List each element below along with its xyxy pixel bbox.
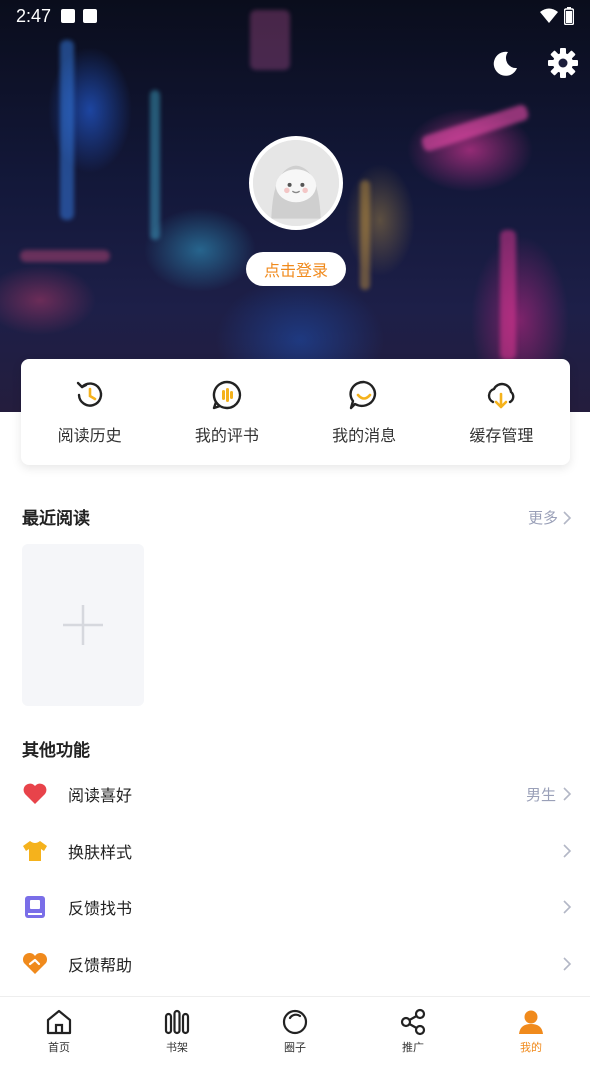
bg-light-streak bbox=[60, 40, 74, 220]
message-icon bbox=[349, 380, 377, 410]
other-functions-title: 其他功能 bbox=[22, 741, 90, 761]
battery-icon bbox=[564, 7, 574, 25]
bg-light-streak bbox=[360, 180, 370, 290]
quick-label: 缓存管理 bbox=[469, 426, 534, 445]
home-icon bbox=[46, 1009, 72, 1035]
nav-label: 首页 bbox=[48, 1041, 70, 1054]
add-book-tile[interactable] bbox=[22, 544, 144, 706]
user-icon bbox=[519, 1010, 543, 1034]
shirt-icon bbox=[22, 838, 48, 864]
quick-label: 我的消息 bbox=[332, 426, 397, 445]
chevron-right-icon bbox=[563, 787, 572, 801]
nav-mine[interactable]: 我的 bbox=[472, 997, 590, 1061]
book-icon bbox=[22, 894, 48, 920]
heart-icon bbox=[22, 781, 48, 807]
gear-icon bbox=[548, 48, 578, 78]
menu-item-label: 反馈找书 bbox=[68, 899, 133, 918]
nav-label: 推广 bbox=[402, 1041, 424, 1054]
review-icon bbox=[212, 380, 242, 410]
bookshelf-icon bbox=[164, 1009, 190, 1035]
nav-promote[interactable]: 推广 bbox=[354, 997, 472, 1061]
menu-item-label: 阅读喜好 bbox=[68, 786, 133, 805]
nav-circle[interactable]: 圈子 bbox=[236, 997, 354, 1061]
settings-button[interactable] bbox=[546, 46, 580, 80]
plus-icon bbox=[63, 605, 103, 645]
more-link[interactable]: 更多 bbox=[528, 507, 572, 528]
nav-home[interactable]: 首页 bbox=[0, 997, 118, 1061]
moon-icon bbox=[493, 51, 517, 76]
bg-light-streak bbox=[420, 103, 530, 153]
default-avatar-icon bbox=[253, 140, 339, 226]
nav-bookshelf[interactable]: 书架 bbox=[118, 997, 236, 1061]
my-messages-button[interactable]: 我的消息 bbox=[299, 378, 429, 446]
cache-management-button[interactable]: 缓存管理 bbox=[436, 378, 566, 446]
login-button[interactable]: 点击登录 bbox=[246, 252, 346, 286]
night-mode-button[interactable] bbox=[488, 46, 522, 80]
circle-icon bbox=[282, 1009, 308, 1035]
more-label: 更多 bbox=[527, 509, 558, 527]
menu-item-label: 反馈帮助 bbox=[68, 956, 133, 975]
wifi-icon bbox=[540, 8, 558, 23]
quick-label: 我的评书 bbox=[194, 426, 259, 445]
menu-item-reading-preference[interactable]: 阅读喜好 男生 bbox=[0, 768, 590, 820]
nav-label: 书架 bbox=[166, 1041, 188, 1054]
image-notification-icon bbox=[61, 9, 76, 23]
chevron-right-icon bbox=[563, 844, 572, 858]
chevron-right-icon bbox=[563, 957, 572, 971]
chevron-right-icon bbox=[563, 900, 572, 914]
reading-history-button[interactable]: 阅读历史 bbox=[25, 378, 155, 446]
menu-item-skin-style[interactable]: 换肤样式 bbox=[0, 825, 590, 877]
recent-reading-title: 最近阅读 bbox=[22, 509, 90, 529]
app-notification-icon bbox=[83, 9, 98, 23]
avatar[interactable] bbox=[249, 136, 343, 230]
chevron-right-icon bbox=[563, 510, 572, 525]
my-reviews-button[interactable]: 我的评书 bbox=[162, 378, 292, 446]
menu-item-feedback-find-book[interactable]: 反馈找书 bbox=[0, 881, 590, 933]
bottom-navigation: 首页 书架 圈子 推广 我的 bbox=[0, 996, 590, 1061]
cloud-download-icon bbox=[488, 382, 515, 409]
nav-label: 圈子 bbox=[284, 1041, 306, 1054]
share-icon bbox=[400, 1008, 426, 1036]
quick-label: 阅读历史 bbox=[57, 426, 122, 445]
status-time: 2:47 bbox=[16, 5, 52, 26]
bg-light-streak bbox=[20, 250, 110, 262]
status-bar: 2:47 bbox=[0, 0, 590, 32]
history-icon bbox=[76, 381, 102, 407]
menu-item-value: 男生 bbox=[525, 785, 556, 804]
system-bottom-area bbox=[0, 1061, 590, 1091]
nav-label: 我的 bbox=[520, 1041, 542, 1054]
menu-item-feedback-help[interactable]: 反馈帮助 bbox=[0, 938, 590, 990]
bg-light-streak bbox=[500, 230, 516, 360]
menu-item-label: 换肤样式 bbox=[68, 843, 133, 862]
help-heart-icon bbox=[22, 951, 48, 977]
bg-light-streak bbox=[150, 90, 160, 240]
quick-actions-card: 阅读历史 我的评书 我的消息 缓存管理 bbox=[21, 359, 570, 465]
